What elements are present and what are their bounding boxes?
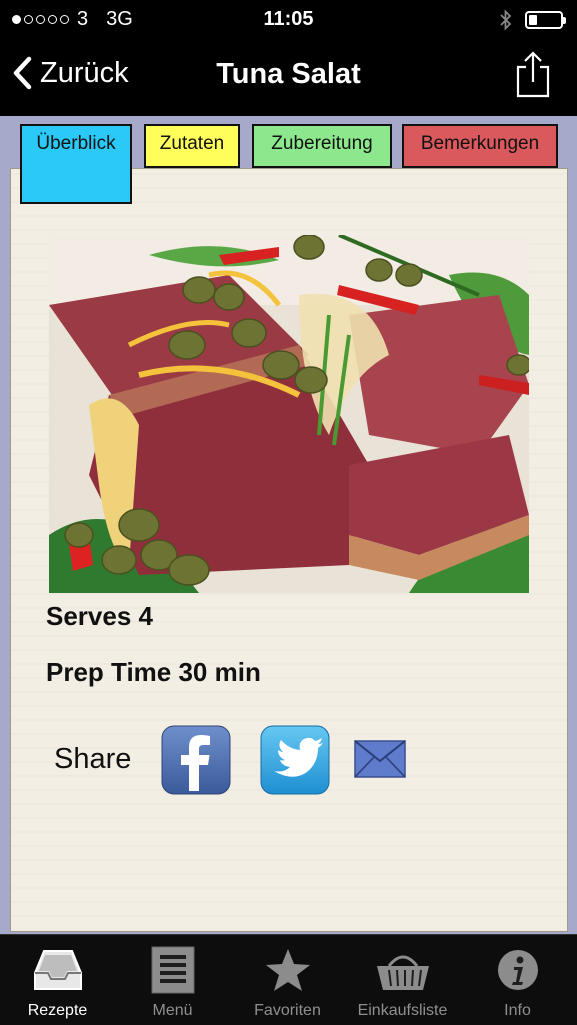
bluetooth-icon bbox=[500, 9, 512, 31]
share-label: Share bbox=[54, 743, 132, 775]
tab-zutaten[interactable]: Zutaten bbox=[144, 124, 240, 168]
list-icon bbox=[151, 946, 194, 994]
page-title: Tuna Salat bbox=[216, 58, 361, 90]
overview-panel: Serves 4 Prep Time 30 min Share bbox=[10, 168, 568, 932]
tab-label: Zubereitung bbox=[271, 133, 373, 154]
facebook-icon[interactable] bbox=[161, 725, 231, 795]
mail-icon[interactable] bbox=[354, 737, 406, 779]
tab-ueberblick[interactable]: Überblick bbox=[20, 124, 132, 204]
prep-time-label: Prep Time 30 min bbox=[46, 657, 261, 687]
tabbar-item-rezepte[interactable]: Rezepte bbox=[0, 935, 115, 1025]
tab-label: Zutaten bbox=[159, 133, 225, 154]
tabbar-label: Info bbox=[504, 1002, 531, 1019]
serves-label: Serves 4 bbox=[46, 601, 153, 631]
tabbar-label: Favoriten bbox=[254, 1002, 321, 1019]
tab-bemerkungen[interactable]: Bemerkungen bbox=[402, 124, 558, 168]
info-icon bbox=[497, 950, 538, 990]
recipe-photo bbox=[49, 235, 529, 593]
share-button[interactable] bbox=[515, 50, 551, 103]
tabbar-item-einkaufsliste[interactable]: Einkaufsliste bbox=[345, 935, 460, 1025]
status-bar: 3 3G 11:05 bbox=[0, 0, 577, 38]
twitter-icon[interactable] bbox=[260, 725, 330, 795]
star-icon bbox=[265, 949, 310, 991]
navigation-bar: Zurück Tuna Salat bbox=[0, 38, 577, 116]
tabbar-item-menu[interactable]: Menü bbox=[115, 935, 230, 1025]
basket-icon bbox=[376, 955, 429, 990]
tabbar-item-favoriten[interactable]: Favoriten bbox=[230, 935, 345, 1025]
tabbar-label: Menü bbox=[152, 1002, 193, 1019]
share-row: Share bbox=[54, 725, 454, 797]
tab-label: Bemerkungen bbox=[420, 133, 540, 154]
clock: 11:05 bbox=[263, 8, 314, 30]
tabbar-item-info[interactable]: Info bbox=[460, 935, 575, 1025]
share-icon bbox=[516, 51, 550, 98]
tab-zubereitung[interactable]: Zubereitung bbox=[252, 124, 392, 168]
content-area: Überblick Zutaten Zubereitung Bemerkunge… bbox=[0, 116, 577, 934]
tabbar-label: Rezepte bbox=[27, 1002, 88, 1019]
battery-icon bbox=[525, 11, 566, 29]
inbox-tray-icon bbox=[33, 950, 82, 990]
status-right bbox=[499, 9, 566, 31]
tab-bar: Rezepte Menü Favoriten Einkaufsliste Inf… bbox=[0, 934, 577, 1025]
tabbar-label: Einkaufsliste bbox=[357, 1002, 448, 1019]
tab-label: Überblick bbox=[36, 133, 116, 154]
